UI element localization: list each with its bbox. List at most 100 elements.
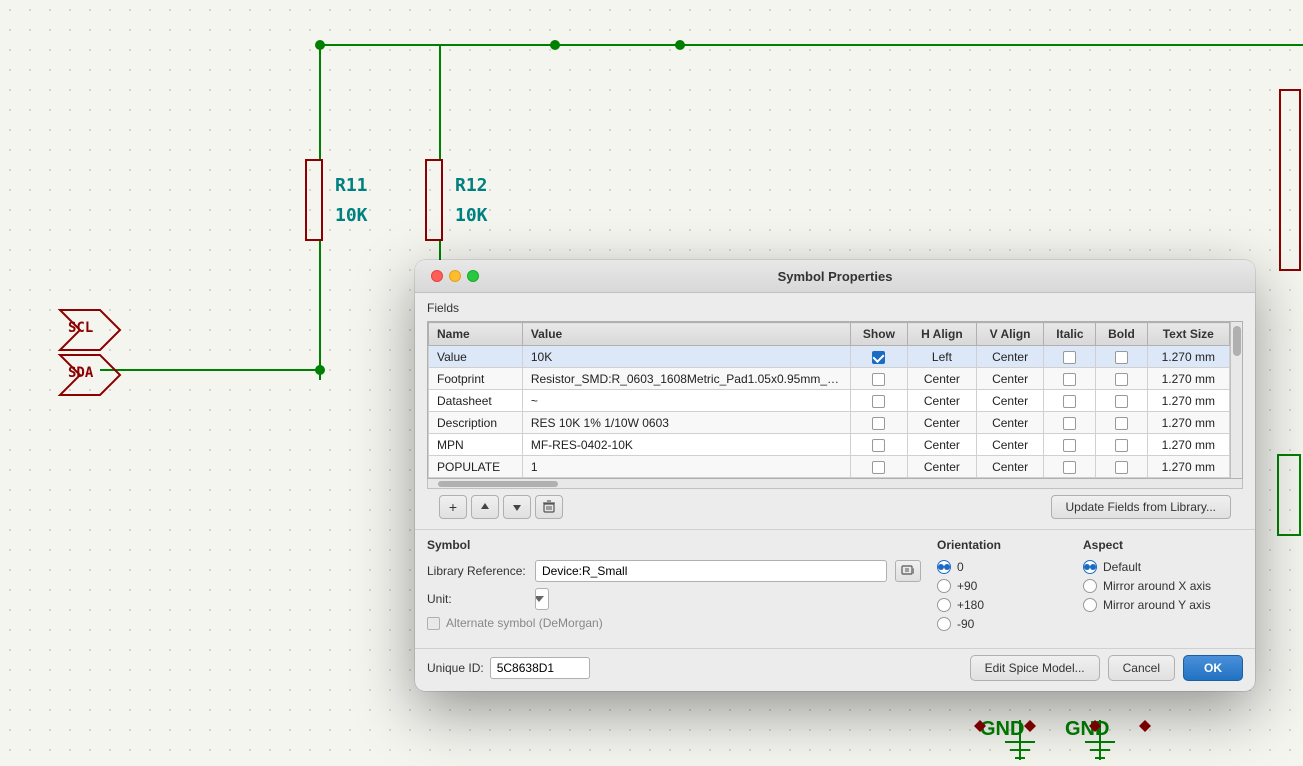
bold-checkbox[interactable]: [1115, 395, 1128, 408]
cell-text-size: 1.270 mm: [1147, 412, 1229, 434]
cell-name: Datasheet: [429, 390, 523, 412]
alt-symbol-checkbox[interactable]: [427, 617, 440, 630]
italic-checkbox[interactable]: [1063, 417, 1076, 430]
table-row[interactable]: Footprint Resistor_SMD:R_0603_1608Metric…: [429, 368, 1230, 390]
bold-checkbox[interactable]: [1115, 373, 1128, 386]
orientation-180-radio[interactable]: [937, 598, 951, 612]
cell-italic[interactable]: [1044, 368, 1096, 390]
cell-bold[interactable]: [1096, 346, 1147, 368]
toolbar-row: + Update Fields: [427, 489, 1243, 525]
move-down-button[interactable]: [503, 495, 531, 519]
cell-show[interactable]: [850, 346, 907, 368]
cell-text-size: 1.270 mm: [1147, 368, 1229, 390]
cell-bold[interactable]: [1096, 456, 1147, 478]
cell-italic[interactable]: [1044, 456, 1096, 478]
aspect-default-radio[interactable]: [1083, 560, 1097, 574]
unique-id-input[interactable]: [490, 657, 590, 679]
orientation-180-label: +180: [957, 598, 984, 612]
table-row[interactable]: Value 10K Left Center 1.270 mm: [429, 346, 1230, 368]
cell-italic[interactable]: [1044, 412, 1096, 434]
italic-checkbox[interactable]: [1063, 395, 1076, 408]
show-checkbox[interactable]: [872, 373, 885, 386]
bold-checkbox[interactable]: [1115, 439, 1128, 452]
cell-v-align: Center: [976, 390, 1044, 412]
aspect-mirror-y-row: Mirror around Y axis: [1083, 598, 1243, 612]
add-row-button[interactable]: +: [439, 495, 467, 519]
cell-show[interactable]: [850, 434, 907, 456]
cell-show[interactable]: [850, 412, 907, 434]
library-reference-row: Library Reference:: [427, 560, 921, 582]
aspect-mirror-y-radio[interactable]: [1083, 598, 1097, 612]
minimize-button[interactable]: [449, 270, 461, 282]
cell-italic[interactable]: [1044, 390, 1096, 412]
cell-show[interactable]: [850, 456, 907, 478]
orientation-neg90-radio[interactable]: [937, 617, 951, 631]
cell-value[interactable]: ~: [522, 390, 850, 412]
table-row[interactable]: POPULATE 1 Center Center 1.270 mm: [429, 456, 1230, 478]
italic-checkbox[interactable]: [1063, 439, 1076, 452]
cell-show[interactable]: [850, 390, 907, 412]
cell-value[interactable]: 10K: [522, 346, 850, 368]
delete-row-button[interactable]: [535, 495, 563, 519]
cell-value[interactable]: Resistor_SMD:R_0603_1608Metric_Pad1.05x0…: [522, 368, 850, 390]
table-row[interactable]: MPN MF-RES-0402-10K Center Center 1.270 …: [429, 434, 1230, 456]
cell-bold[interactable]: [1096, 412, 1147, 434]
sda-label: SDA: [68, 365, 93, 381]
dialog-body: Fields Name Value Show H Align V Align I…: [415, 293, 1255, 691]
col-text-size: Text Size: [1147, 323, 1229, 346]
cell-h-align: Center: [908, 412, 977, 434]
cell-h-align: Left: [908, 346, 977, 368]
library-reference-input[interactable]: [535, 560, 887, 582]
ok-button[interactable]: OK: [1183, 655, 1243, 681]
scrollbar[interactable]: [1230, 322, 1242, 478]
horizontal-scrollbar[interactable]: [427, 479, 1243, 489]
cell-h-align: Center: [908, 456, 977, 478]
show-checkbox[interactable]: [872, 351, 885, 364]
italic-checkbox[interactable]: [1063, 351, 1076, 364]
aspect-mirror-x-radio[interactable]: [1083, 579, 1097, 593]
bold-checkbox[interactable]: [1115, 417, 1128, 430]
col-value: Value: [522, 323, 850, 346]
unit-select[interactable]: [535, 588, 549, 610]
cell-italic[interactable]: [1044, 346, 1096, 368]
italic-checkbox[interactable]: [1063, 461, 1076, 474]
traffic-lights: [431, 270, 479, 282]
bold-checkbox[interactable]: [1115, 351, 1128, 364]
cell-show[interactable]: [850, 368, 907, 390]
cell-bold[interactable]: [1096, 368, 1147, 390]
action-section: Unique ID: Edit Spice Model... Cancel OK: [415, 648, 1255, 691]
cell-value[interactable]: 1: [522, 456, 850, 478]
show-checkbox[interactable]: [872, 461, 885, 474]
symbol-properties-dialog: Symbol Properties Fields Name Value Show…: [415, 260, 1255, 691]
cancel-button[interactable]: Cancel: [1108, 655, 1175, 681]
table-row[interactable]: Description RES 10K 1% 1/10W 0603 Center…: [429, 412, 1230, 434]
edit-spice-model-button[interactable]: Edit Spice Model...: [970, 655, 1100, 681]
cell-value[interactable]: RES 10K 1% 1/10W 0603: [522, 412, 850, 434]
cell-italic[interactable]: [1044, 434, 1096, 456]
fields-label: Fields: [427, 301, 1243, 315]
orientation-0-radio[interactable]: [937, 560, 951, 574]
table-row[interactable]: Datasheet ~ Center Center 1.270 mm: [429, 390, 1230, 412]
cell-value[interactable]: MF-RES-0402-10K: [522, 434, 850, 456]
update-fields-button[interactable]: Update Fields from Library...: [1051, 495, 1232, 519]
bottom-section: Symbol Library Reference: Unit:: [415, 529, 1255, 648]
bold-checkbox[interactable]: [1115, 461, 1128, 474]
show-checkbox[interactable]: [872, 417, 885, 430]
show-checkbox[interactable]: [872, 439, 885, 452]
cell-bold[interactable]: [1096, 434, 1147, 456]
cell-text-size: 1.270 mm: [1147, 456, 1229, 478]
move-up-button[interactable]: [471, 495, 499, 519]
maximize-button[interactable]: [467, 270, 479, 282]
browse-library-button[interactable]: [895, 560, 921, 582]
scroll-thumb[interactable]: [1233, 326, 1241, 356]
close-button[interactable]: [431, 270, 443, 282]
cell-text-size: 1.270 mm: [1147, 346, 1229, 368]
h-scroll-thumb[interactable]: [438, 481, 558, 487]
italic-checkbox[interactable]: [1063, 373, 1076, 386]
show-checkbox[interactable]: [872, 395, 885, 408]
cell-h-align: Center: [908, 390, 977, 412]
cell-bold[interactable]: [1096, 390, 1147, 412]
orientation-90-radio[interactable]: [937, 579, 951, 593]
cell-h-align: Center: [908, 368, 977, 390]
unit-row: Unit:: [427, 588, 921, 610]
